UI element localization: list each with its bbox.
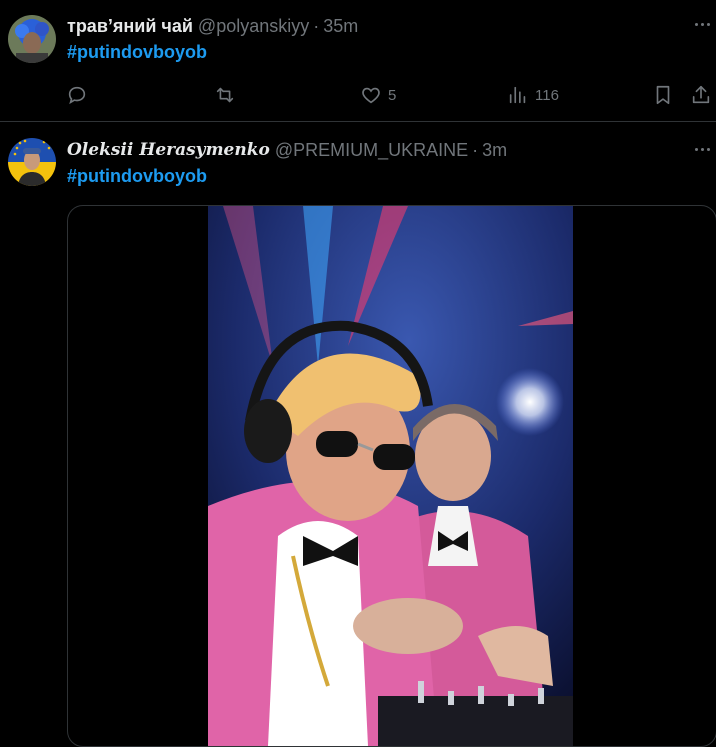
heart-icon [362, 87, 380, 104]
more-options-icon[interactable] [688, 14, 716, 34]
view-count: 116 [535, 86, 559, 104]
video-thumbnail[interactable] [208, 206, 573, 746]
hashtag-link[interactable]: #putindovboyob [67, 42, 207, 63]
share-icon [692, 85, 710, 104]
tweet-header: трав’яний чай @polyanskiyy · 35m [67, 15, 358, 37]
bookmark-icon [656, 85, 670, 105]
timestamp[interactable]: 35m [323, 16, 358, 37]
media-container[interactable] [67, 205, 716, 747]
retweet-button[interactable] [214, 82, 236, 108]
separator: · [313, 15, 320, 36]
separator: · [472, 139, 479, 160]
views-chart-icon [509, 86, 526, 104]
reply-button[interactable] [66, 82, 88, 108]
retweet-icon [216, 87, 234, 103]
like-count: 5 [388, 86, 397, 104]
tweet-header: 𝑶𝒍𝒆𝒌𝒔𝒊𝒊 𝑯𝒆𝒓𝒂𝒔𝒚𝒎𝒆𝒏𝒌𝒐 @PREMIUM_UKRAINE · 3… [67, 139, 507, 161]
avatar[interactable] [8, 15, 56, 63]
bookmark-button[interactable] [652, 82, 674, 108]
display-name[interactable]: 𝑶𝒍𝒆𝒌𝒔𝒊𝒊 𝑯𝒆𝒓𝒂𝒔𝒚𝒎𝒆𝒏𝒌𝒐 [67, 140, 270, 160]
views-button[interactable]: 116 [507, 82, 559, 108]
reply-icon [68, 86, 86, 105]
user-handle[interactable]: @PREMIUM_UKRAINE [275, 140, 468, 161]
user-handle[interactable]: @polyanskiyy [198, 16, 309, 37]
more-options-icon[interactable] [688, 139, 716, 159]
timestamp[interactable]: 3m [482, 140, 507, 161]
avatar[interactable] [8, 138, 56, 186]
share-button[interactable] [690, 82, 712, 108]
hashtag-link[interactable]: #putindovboyob [67, 166, 207, 187]
tweet-actions: 5 116 [66, 82, 716, 108]
tweet-1[interactable]: трав’яний чай @polyanskiyy · 35m #putind… [0, 0, 716, 122]
like-button[interactable]: 5 [360, 82, 396, 108]
display-name[interactable]: трав’яний чай [67, 16, 193, 37]
